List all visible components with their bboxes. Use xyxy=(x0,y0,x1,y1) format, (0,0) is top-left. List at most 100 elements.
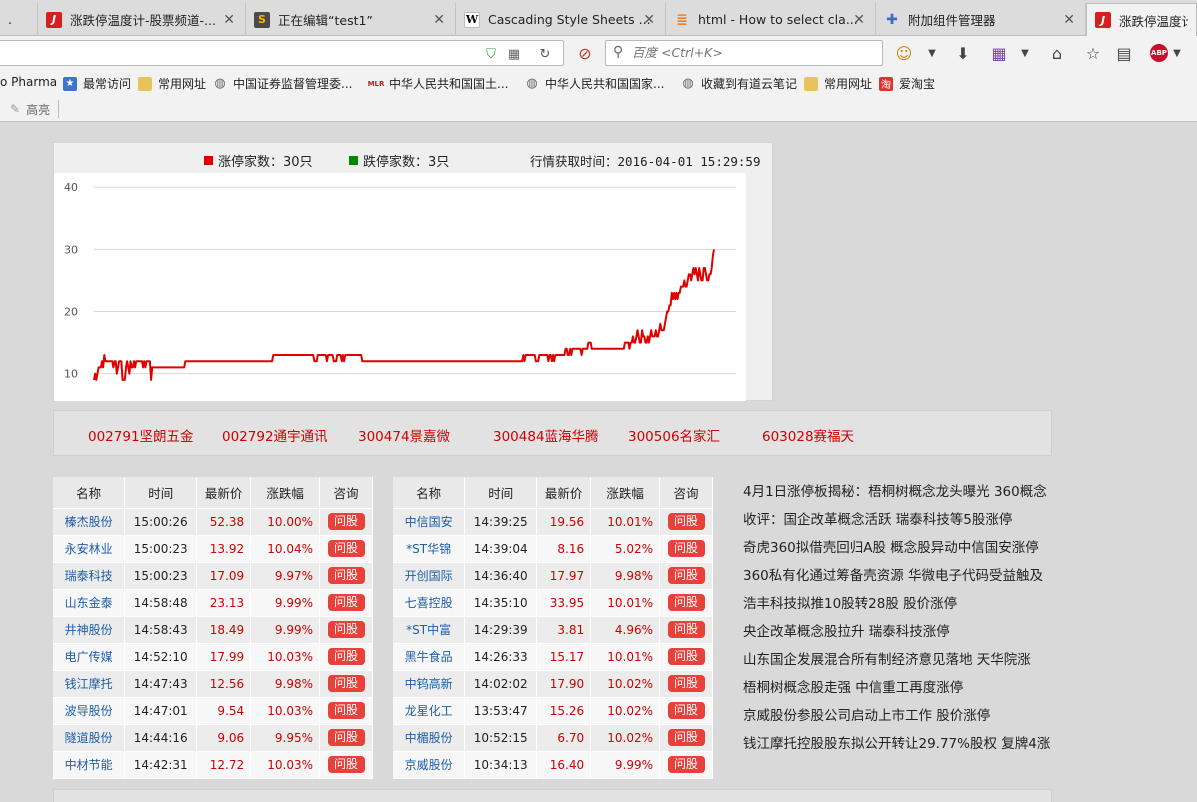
ask-stock-button[interactable]: 问股 xyxy=(327,540,365,557)
stock-name-link[interactable]: 钱江摩托 xyxy=(53,670,126,698)
search-input[interactable] xyxy=(632,45,872,60)
ask-stock-button[interactable]: 问股 xyxy=(667,675,705,692)
close-icon[interactable]: ✕ xyxy=(853,12,865,28)
ask-stock-button[interactable]: 问股 xyxy=(667,702,705,719)
ask-stock-button[interactable]: 问股 xyxy=(327,675,365,692)
ask-stock-button[interactable]: 问股 xyxy=(327,729,365,746)
close-icon[interactable]: ✕ xyxy=(223,12,235,28)
stock-name-link[interactable]: 龙星化工 xyxy=(393,697,466,725)
news-item[interactable]: 奇虎360拟借壳回归A股 概念股异动中信国安涨停 xyxy=(743,534,1055,562)
bookmark-item[interactable]: 常用网址 xyxy=(138,75,206,92)
ask-stock-button[interactable]: 问股 xyxy=(327,702,365,719)
news-item[interactable]: 梧桐树概念股走强 中信重工再度涨停 xyxy=(743,674,1055,702)
reader-icon[interactable]: ▤ xyxy=(1113,42,1135,64)
tab-4[interactable]: ≣ html - How to select cla... ✕ xyxy=(666,3,876,36)
stock-link[interactable]: 300484蓝海华腾 xyxy=(493,425,599,445)
stock-name-link[interactable]: 中楣股份 xyxy=(393,724,466,752)
bookmark-item[interactable]: MLR 中华人民共和国国土... xyxy=(368,75,509,92)
tab-5[interactable]: ✚ 附加组件管理器 ✕ xyxy=(876,3,1086,36)
tab-6-active[interactable]: J 涨跌停温度计-B xyxy=(1086,3,1197,36)
reload-icon[interactable]: ↻ xyxy=(537,46,553,62)
news-item[interactable]: 央企改革概念股拉升 瑞泰科技涨停 xyxy=(743,618,1055,646)
tab-2[interactable]: S 正在编辑“test1” ✕ xyxy=(246,3,456,36)
apps-grid-icon[interactable]: ▦ xyxy=(988,42,1010,64)
stock-name-link[interactable]: 榛杰股份 xyxy=(53,508,126,536)
block-icon[interactable]: ⊘ xyxy=(574,42,596,64)
chevron-down-icon[interactable]: ▼ xyxy=(1166,42,1188,64)
stock-link[interactable]: 002791坚朗五金 xyxy=(88,425,194,445)
star-icon[interactable]: ☆ xyxy=(1082,42,1104,64)
chevron-down-icon[interactable]: ▼ xyxy=(1014,42,1036,64)
ask-stock-button[interactable]: 问股 xyxy=(327,513,365,530)
stock-name-link[interactable]: 开创国际 xyxy=(393,562,466,590)
ask-stock-button[interactable]: 问股 xyxy=(667,648,705,665)
stock-name-link[interactable]: 井神股份 xyxy=(53,616,126,644)
stock-link[interactable]: 603028赛福天 xyxy=(762,425,854,445)
tab-0[interactable]: . xyxy=(0,3,38,36)
stock-name-link[interactable]: 永安林业 xyxy=(53,535,126,563)
home-icon[interactable]: ⌂ xyxy=(1046,42,1068,64)
stock-name-link[interactable]: 京威股份 xyxy=(393,751,466,779)
bookmark-item[interactable]: ◍ 中国证券监督管理委... xyxy=(213,75,352,92)
ask-stock-button[interactable]: 问股 xyxy=(667,729,705,746)
stock-name-link[interactable]: 七喜控股 xyxy=(393,589,466,617)
ask-stock-button[interactable]: 问股 xyxy=(327,567,365,584)
stock-name-link[interactable]: 波导股份 xyxy=(53,697,126,725)
bookmark-item[interactable]: ★ 最常访问 xyxy=(63,75,131,92)
monkey-icon[interactable]: ☺ xyxy=(893,42,915,64)
folder-icon xyxy=(138,76,152,91)
stock-name-link[interactable]: 黑牛食品 xyxy=(393,643,466,671)
ask-stock-button[interactable]: 问股 xyxy=(667,540,705,557)
ask-stock-button[interactable]: 问股 xyxy=(327,621,365,638)
ask-stock-button[interactable]: 问股 xyxy=(327,648,365,665)
ask-stock-button[interactable]: 问股 xyxy=(327,594,365,611)
stock-link[interactable]: 002792通宇通讯 xyxy=(222,425,328,445)
tab-title: 涨跌停温度计-B xyxy=(1119,13,1188,29)
tab-1[interactable]: J 涨跌停温度计-股票频道-... ✕ xyxy=(38,3,246,36)
ask-stock-button[interactable]: 问股 xyxy=(667,567,705,584)
download-icon[interactable]: ⬇ xyxy=(952,42,974,64)
bookmark-item[interactable]: o Pharma xyxy=(0,75,57,89)
bookmark-item[interactable]: 淘 爱淘宝 xyxy=(879,75,935,92)
close-icon[interactable]: ✕ xyxy=(643,12,655,28)
bookmark-item[interactable]: ◍ 中华人民共和国国家... xyxy=(525,75,664,92)
table-body: 榛杰股份 15:00:26 52.38 10.00% 问股 永安林业 15:00:23 13.… xyxy=(53,508,373,779)
qr-code-icon[interactable]: ▦ xyxy=(506,46,522,62)
news-item[interactable]: 钱江摩托控股股东拟公开转让29.77%股权 复牌4涨 xyxy=(743,730,1055,758)
bookmark-item[interactable]: 常用网址 xyxy=(804,75,872,92)
news-item[interactable]: 京威股份参股公司启动上市工作 股价涨停 xyxy=(743,702,1055,730)
stock-name-link[interactable]: 中钨高新 xyxy=(393,670,466,698)
ask-stock-button[interactable]: 问股 xyxy=(667,756,705,773)
close-icon[interactable]: ✕ xyxy=(433,12,445,28)
limit-up-time: 14:26:33 xyxy=(464,643,538,671)
news-item[interactable]: 4月1日涨停板揭秘：梧桐树概念龙头曝光 360概念 xyxy=(743,478,1055,506)
shield-icon[interactable]: ⛉ xyxy=(483,46,499,62)
consult-cell: 问股 xyxy=(659,562,713,590)
ask-stock-button[interactable]: 问股 xyxy=(667,621,705,638)
chevron-down-icon[interactable]: ▼ xyxy=(921,42,943,64)
tab-3[interactable]: W Cascading Style Sheets ... ✕ xyxy=(456,3,666,36)
stock-name-link[interactable]: 中材节能 xyxy=(53,751,126,779)
stock-name-link[interactable]: 电广传媒 xyxy=(53,643,126,671)
ask-stock-button[interactable]: 问股 xyxy=(667,594,705,611)
stock-name-link[interactable]: 隧道股份 xyxy=(53,724,126,752)
stock-link[interactable]: 300506名家汇 xyxy=(628,425,720,445)
stock-name-link[interactable]: 瑞泰科技 xyxy=(53,562,126,590)
change-percent: 9.99% xyxy=(590,751,661,779)
ask-stock-button[interactable]: 问股 xyxy=(667,513,705,530)
stock-link[interactable]: 300474景嘉微 xyxy=(358,425,450,445)
news-item[interactable]: 浩丰科技拟推10股转28股 股价涨停 xyxy=(743,590,1055,618)
stock-name-link[interactable]: 山东金泰 xyxy=(53,589,126,617)
news-item[interactable]: 360私有化通过筹备壳资源 华微电子代码受益触及 xyxy=(743,562,1055,590)
stock-name-link[interactable]: *ST华锦 xyxy=(393,535,466,563)
close-icon[interactable]: ✕ xyxy=(1063,12,1075,28)
bookmark-item[interactable]: ◍ 收藏到有道云笔记 xyxy=(681,75,797,92)
news-item[interactable]: 收评：国企改革概念活跃 瑞泰科技等5股涨停 xyxy=(743,506,1055,534)
stock-name-link[interactable]: 中信国安 xyxy=(393,508,466,536)
highlight-button[interactable]: ✎ 高亮 xyxy=(0,100,60,118)
ask-stock-button[interactable]: 问股 xyxy=(327,756,365,773)
stock-name-link[interactable]: *ST中富 xyxy=(393,616,466,644)
search-box[interactable]: ⚲ xyxy=(605,40,883,66)
address-bar[interactable]: ⛉ ▦ ↻ xyxy=(0,40,564,66)
news-item[interactable]: 山东国企发展混合所有制经济意见落地 天华院涨 xyxy=(743,646,1055,674)
